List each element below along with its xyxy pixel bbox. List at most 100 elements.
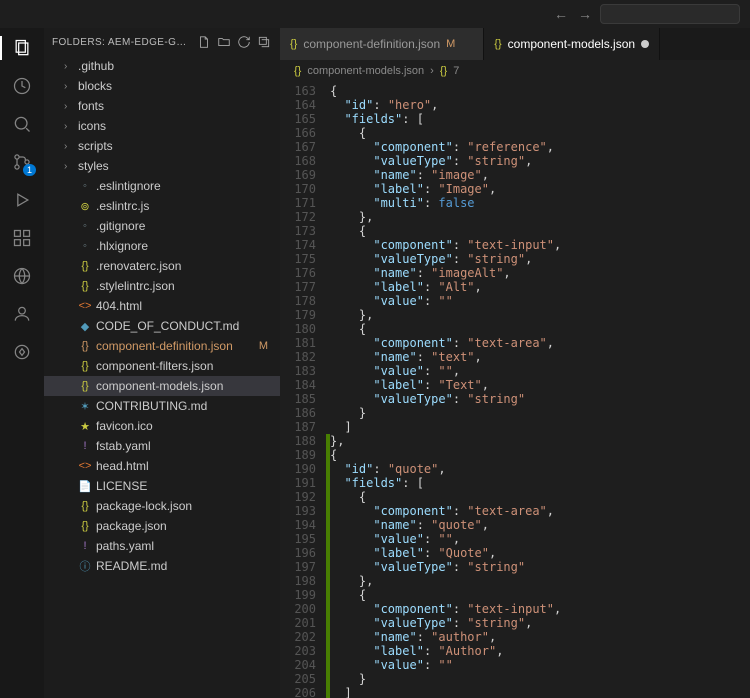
file-icon: ⊚ [78, 200, 92, 213]
file-name: .stylelintrc.json [96, 279, 175, 293]
file-icon: {} [78, 280, 92, 292]
file-row[interactable]: ⊚.eslintrc.js [44, 196, 280, 216]
run-debug-icon[interactable] [10, 188, 34, 212]
remote-icon[interactable] [10, 264, 34, 288]
folder-name: scripts [78, 139, 113, 153]
folder-name: .github [78, 59, 114, 73]
file-row[interactable]: ! paths.yaml [44, 536, 280, 556]
refresh-icon[interactable] [236, 34, 252, 50]
file-icon: {} [494, 38, 501, 50]
titlebar: ← → [0, 0, 750, 28]
folder-name: styles [78, 159, 109, 173]
file-name: head.html [96, 459, 149, 473]
code-lines[interactable]: { "id": "hero", "fields": [ { "component… [330, 82, 750, 698]
file-row[interactable]: ◦.hlxignore [44, 236, 280, 256]
timeline-icon[interactable] [10, 74, 34, 98]
breadcrumb-node[interactable]: 7 [453, 65, 459, 77]
file-row[interactable]: ◆CODE_OF_CONDUCT.md [44, 316, 280, 336]
file-row[interactable]: <>head.html [44, 456, 280, 476]
editor-tab[interactable]: {} component-definition.json M [280, 28, 484, 60]
file-icon: ! [78, 440, 92, 452]
file-row[interactable]: <>404.html [44, 296, 280, 316]
file-icon: {} [78, 500, 92, 512]
line-gutter: 1631641651661671681691701711721731741751… [280, 82, 326, 698]
file-name: component-filters.json [96, 359, 213, 373]
file-name: LICENSE [96, 479, 147, 493]
folder-title: FOLDERS: AEM-EDGE-GETTING-… [52, 37, 192, 48]
file-name: fstab.yaml [96, 439, 151, 453]
chevron-right-icon: › [64, 161, 74, 172]
file-row[interactable]: ◦.gitignore [44, 216, 280, 236]
file-icon: {} [78, 380, 92, 392]
collapse-all-icon[interactable] [256, 34, 272, 50]
file-icon: ◆ [78, 320, 92, 333]
file-name: package-lock.json [96, 499, 192, 513]
file-name: paths.yaml [96, 539, 154, 553]
file-row[interactable]: {} package-lock.json [44, 496, 280, 516]
chevron-right-icon: › [64, 81, 74, 92]
folder-row[interactable]: › styles [44, 156, 280, 176]
dirty-indicator-icon [641, 40, 649, 48]
folder-name: icons [78, 119, 106, 133]
file-row[interactable]: {}package.json [44, 516, 280, 536]
scm-badge: 1 [23, 164, 36, 176]
file-name: README.md [96, 559, 167, 573]
folder-row[interactable]: › fonts [44, 96, 280, 116]
file-icon: 📄 [78, 480, 92, 493]
tab-label: component-definition.json [303, 37, 440, 51]
accounts-icon[interactable] [10, 302, 34, 326]
nav-back-button[interactable]: ← [554, 6, 568, 22]
folder-row[interactable]: ›.github [44, 56, 280, 76]
file-row[interactable]: {} .stylelintrc.json [44, 276, 280, 296]
file-row[interactable]: ! fstab.yaml [44, 436, 280, 456]
file-row[interactable]: {} component-models.json [44, 376, 280, 396]
file-tree[interactable]: ›.github › blocks › fonts › icons ›scripts › styl… [44, 56, 280, 698]
file-icon: <> [78, 300, 92, 312]
chevron-right-icon: › [64, 121, 74, 132]
editor-tabs: {} component-definition.json M {}component-… [280, 28, 750, 60]
folder-row[interactable]: › blocks [44, 76, 280, 96]
file-row[interactable]: {}.renovaterc.json [44, 256, 280, 276]
explorer-header: FOLDERS: AEM-EDGE-GETTING-… [44, 28, 280, 56]
settings-icon[interactable] [10, 340, 34, 364]
chevron-right-icon: › [64, 101, 74, 112]
file-row[interactable]: {}component-filters.json [44, 356, 280, 376]
file-name: component-models.json [96, 379, 223, 393]
editor-tab[interactable]: {}component-models.json [484, 28, 660, 60]
explorer-sidebar: FOLDERS: AEM-EDGE-GETTING-… ›.github›blo… [44, 28, 280, 698]
activity-bar: 1 [0, 28, 44, 698]
file-row[interactable]: ✶CONTRIBUTING.md [44, 396, 280, 416]
file-icon: {} [78, 520, 92, 532]
file-name: .hlxignore [96, 239, 148, 253]
breadcrumb-icon: {} [440, 65, 447, 77]
file-icon: ! [78, 540, 92, 552]
folder-name: blocks [78, 79, 112, 93]
file-row[interactable]: 📄 LICENSE [44, 476, 280, 496]
file-row[interactable]: {}component-definition.jsonM [44, 336, 280, 356]
git-status: M [259, 340, 280, 352]
file-row[interactable]: ⓘREADME.md [44, 556, 280, 576]
code-editor[interactable]: 1631641651661671681691701711721731741751… [280, 82, 750, 698]
tab-status: M [446, 38, 455, 50]
breadcrumb-icon: {} [294, 65, 301, 77]
file-icon: {} [290, 38, 297, 50]
breadcrumb-file[interactable]: component-models.json [307, 65, 424, 77]
file-row[interactable]: ★favicon.ico [44, 416, 280, 436]
folder-name: fonts [78, 99, 104, 113]
folder-row[interactable]: ›scripts [44, 136, 280, 156]
file-name: .eslintignore [96, 179, 161, 193]
new-folder-icon[interactable] [216, 34, 232, 50]
folder-row[interactable]: › icons [44, 116, 280, 136]
file-icon: ◦ [78, 220, 92, 232]
extensions-icon[interactable] [10, 226, 34, 250]
search-icon[interactable] [10, 112, 34, 136]
editor-area: {}component-definition.jsonM{}component-… [280, 28, 750, 698]
breadcrumbs[interactable]: {} component-models.json › {} 7 [280, 60, 750, 82]
file-icon: ✶ [78, 400, 92, 413]
source-control-icon[interactable]: 1 [10, 150, 34, 174]
new-file-icon[interactable] [196, 34, 212, 50]
explorer-icon[interactable] [10, 36, 34, 60]
nav-forward-button[interactable]: → [578, 6, 592, 22]
file-row[interactable]: ◦.eslintignore [44, 176, 280, 196]
command-center-input[interactable] [600, 4, 740, 24]
